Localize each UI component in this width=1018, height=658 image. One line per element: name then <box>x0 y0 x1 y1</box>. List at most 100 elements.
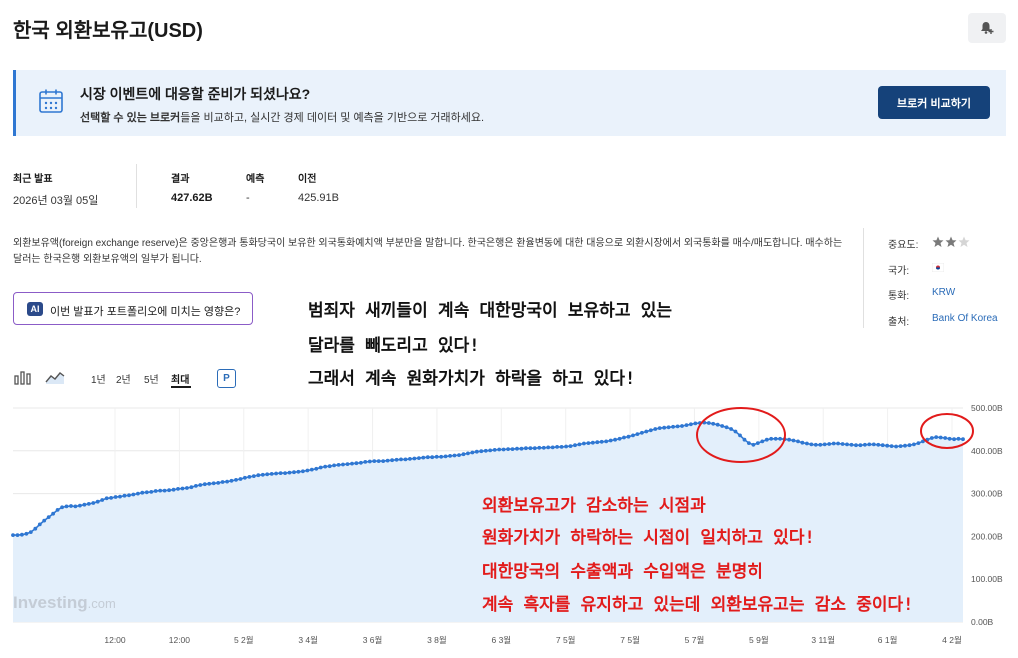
y-tick-label: 0.00B <box>971 617 994 627</box>
data-point <box>412 456 417 461</box>
data-point <box>595 440 600 445</box>
data-point <box>653 427 658 431</box>
data-point <box>225 479 230 484</box>
data-point <box>171 487 176 492</box>
data-point <box>256 473 261 478</box>
y-tick-label: 200.00B <box>971 531 1003 541</box>
data-point <box>332 463 336 468</box>
add-alert-button[interactable] <box>968 13 1006 43</box>
data-point <box>234 478 238 482</box>
data-point <box>590 440 595 445</box>
data-point <box>296 469 301 474</box>
data-point <box>671 424 675 429</box>
data-point <box>550 445 555 450</box>
range-5y[interactable]: 5년 <box>144 371 159 386</box>
data-point <box>742 437 747 442</box>
data-point <box>20 532 24 537</box>
data-point <box>675 424 680 429</box>
x-tick-label: 4 2월 <box>942 635 962 645</box>
compare-brokers-button[interactable]: 브로커 비교하기 <box>878 86 990 119</box>
data-point <box>425 455 430 460</box>
data-point <box>269 472 274 476</box>
annotation-red-line-4: 계속 흑자를 유지하고 있는데 외환보유고는 감소 중이다! <box>482 595 914 615</box>
data-point <box>189 485 194 490</box>
data-point <box>367 459 372 464</box>
data-point <box>662 425 667 430</box>
range-max[interactable]: 최대 <box>171 371 189 386</box>
data-point <box>822 442 827 447</box>
watermark-suffix: .com <box>87 596 116 611</box>
x-tick-label: 5 9월 <box>749 635 769 645</box>
currency-link[interactable]: KRW <box>932 287 955 298</box>
data-point <box>64 504 69 509</box>
range-1y[interactable]: 1년 <box>91 371 106 386</box>
banner-subtitle-bold: 선택할 수 있는 브로커 <box>80 112 181 124</box>
importance-stars-icon <box>932 236 970 247</box>
p-toggle-button[interactable]: P <box>217 369 236 388</box>
data-point <box>867 442 872 447</box>
annotation-red-line-3: 대한망국의 수출액과 수입액은 분명히 <box>482 562 763 582</box>
data-point <box>127 493 131 498</box>
data-point <box>185 486 189 490</box>
data-point <box>78 503 82 508</box>
area-chart-icon[interactable] <box>45 369 65 385</box>
bar-chart-icon[interactable] <box>14 369 32 385</box>
data-point <box>863 442 867 447</box>
data-point <box>840 442 845 446</box>
data-point <box>684 423 689 427</box>
data-point <box>515 446 519 451</box>
latest-release-value: 2026년 03월 05일 <box>13 195 99 207</box>
data-point <box>474 449 479 454</box>
data-point <box>831 441 836 446</box>
data-point <box>434 454 439 459</box>
data-point <box>506 447 510 451</box>
data-point <box>604 439 609 444</box>
data-point <box>809 442 814 447</box>
data-point <box>577 442 582 447</box>
data-point <box>769 436 774 441</box>
data-point <box>876 442 881 447</box>
data-point <box>207 481 212 486</box>
data-point <box>323 464 328 469</box>
data-point <box>943 436 948 440</box>
data-point <box>751 442 756 447</box>
data-point <box>144 490 149 495</box>
data-point <box>131 492 136 497</box>
data-point <box>376 459 381 463</box>
data-point <box>439 454 444 459</box>
x-tick-label: 7 5월 <box>556 635 576 645</box>
data-point <box>385 458 390 463</box>
data-point <box>461 452 466 457</box>
data-point <box>501 447 506 452</box>
data-point <box>483 448 488 453</box>
data-point <box>889 444 894 448</box>
page-title: 한국 외환보유고(USD) <box>13 20 203 42</box>
data-point <box>644 429 649 434</box>
data-point <box>755 441 760 445</box>
data-point <box>247 475 252 479</box>
data-point <box>635 432 640 436</box>
y-tick-label: 500.00B <box>971 403 1003 413</box>
korea-flag-icon <box>932 263 944 272</box>
range-2y[interactable]: 2년 <box>116 371 131 386</box>
data-point <box>354 461 359 466</box>
data-point <box>153 489 158 493</box>
data-point <box>854 443 858 448</box>
data-point <box>305 468 310 473</box>
data-point <box>787 437 791 442</box>
data-point <box>430 455 435 460</box>
ai-impact-button[interactable]: AI 이번 발표가 포트폴리오에 미치는 영향은? <box>13 292 253 325</box>
source-link[interactable]: Bank Of Korea <box>932 313 998 324</box>
data-point <box>46 515 51 519</box>
data-point <box>488 448 493 453</box>
data-point <box>715 422 720 427</box>
data-point <box>243 475 247 480</box>
data-point <box>265 472 270 477</box>
x-tick-label: 12:00 <box>104 635 126 645</box>
calendar-icon <box>39 89 63 113</box>
previous-value: 425.91B <box>298 192 339 204</box>
ai-impact-text: 이번 발표가 포트폴리오에 미치는 영향은? <box>50 306 241 318</box>
data-point <box>608 438 613 443</box>
data-point <box>952 437 956 442</box>
data-point <box>118 494 122 499</box>
